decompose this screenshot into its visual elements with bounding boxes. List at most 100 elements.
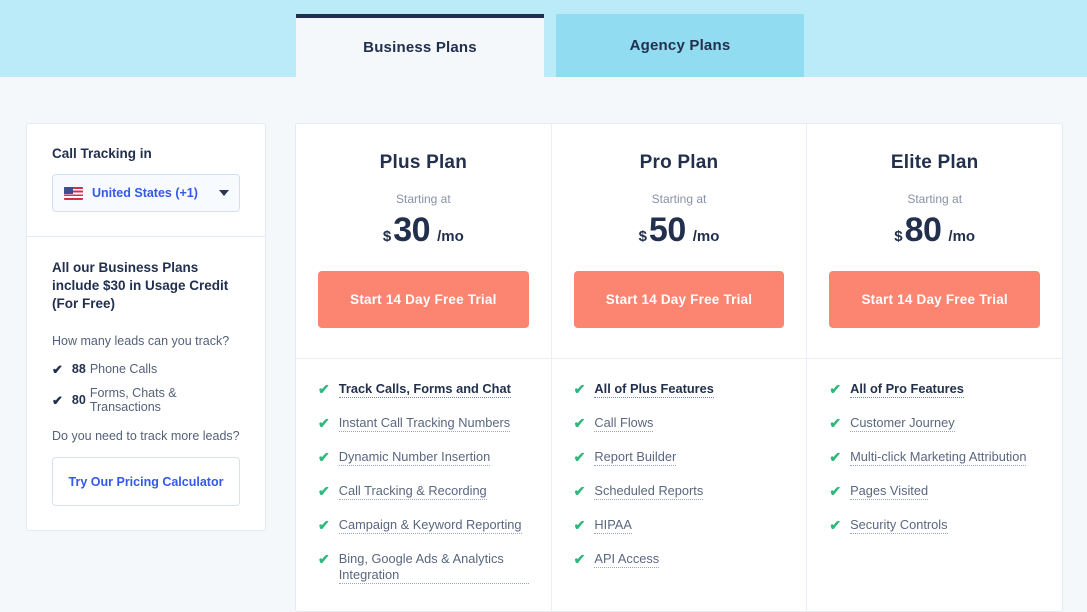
check-icon: ✔: [318, 381, 330, 397]
list-item: ✔ Pages Visited: [829, 483, 1040, 500]
plan-name: Plus Plan: [379, 152, 467, 173]
check-icon: ✔: [318, 449, 330, 465]
start-trial-button[interactable]: Start 14 Day Free Trial: [829, 271, 1041, 328]
tab-business-plans[interactable]: Business Plans: [296, 14, 544, 77]
feature-label[interactable]: Bing, Google Ads & Analytics Integration: [338, 551, 529, 584]
feature-label[interactable]: Pages Visited: [850, 483, 929, 500]
start-trial-button[interactable]: Start 14 Day Free Trial: [318, 271, 529, 328]
check-icon: ✔: [573, 483, 586, 499]
feature-label[interactable]: All of Plus Features: [594, 381, 714, 398]
list-item: ✔ Call Tracking & Recording: [318, 483, 529, 500]
plan-type-tabbar: Business Plans Agency Plans: [0, 0, 1087, 77]
price-period: /mo: [948, 228, 976, 245]
country-section: Call Tracking in United States (+1): [27, 124, 265, 236]
currency-symbol: $: [638, 228, 647, 245]
start-trial-button[interactable]: Start 14 Day Free Trial: [573, 271, 785, 328]
check-icon: ✔: [318, 415, 330, 431]
feature-label[interactable]: Instant Call Tracking Numbers: [338, 415, 511, 432]
country-select[interactable]: United States (+1): [52, 174, 240, 212]
price-row: $ 80 /mo: [829, 213, 1040, 247]
list-item: ✔ All of Pro Features: [829, 381, 1040, 398]
feature-label[interactable]: Customer Journey: [850, 415, 955, 432]
country-select-value: United States (+1): [92, 186, 198, 200]
check-icon: ✔: [318, 483, 330, 499]
feature-label[interactable]: Scheduled Reports: [594, 483, 704, 500]
price-amount: 30: [393, 211, 431, 249]
starting-at-label: Starting at: [651, 192, 707, 206]
leads-question: How many leads can you track?: [52, 334, 230, 348]
price-amount: 80: [904, 211, 942, 249]
feature-label[interactable]: Campaign & Keyword Reporting: [338, 517, 522, 534]
usage-credit-section: All our Business Plans include $30 in Us…: [27, 236, 265, 530]
feature-label[interactable]: Dynamic Number Insertion: [338, 449, 491, 466]
lead-label: Phone Calls: [89, 362, 158, 376]
price-row: $ 50 /mo: [574, 213, 785, 247]
feature-label[interactable]: Security Controls: [850, 517, 948, 534]
list-item: ✔ Track Calls, Forms and Chat: [318, 381, 529, 398]
check-icon: ✔: [573, 449, 586, 465]
plan-feature-list: ✔ All of Plus Features ✔ Call Flows ✔ Re…: [552, 359, 807, 595]
lead-count: 80: [71, 393, 86, 407]
list-item: ✔ HIPAA: [574, 517, 785, 534]
feature-label[interactable]: All of Pro Features: [850, 381, 964, 398]
lead-count: 88: [71, 362, 86, 376]
starting-at-label: Starting at: [907, 192, 963, 206]
tab-business-plans-label: Business Plans: [363, 39, 477, 56]
tab-agency-plans[interactable]: Agency Plans: [556, 14, 804, 77]
call-tracking-title: Call Tracking in: [52, 146, 152, 161]
tab-agency-plans-label: Agency Plans: [629, 37, 731, 54]
feature-label[interactable]: Track Calls, Forms and Chat: [338, 381, 511, 398]
feature-label[interactable]: Report Builder: [594, 449, 677, 466]
list-item: ✔ All of Plus Features: [574, 381, 785, 398]
feature-label[interactable]: Call Tracking & Recording: [338, 483, 487, 500]
plan-card-plus: Plus Plan Starting at $ 30 /mo Start 14 …: [296, 124, 551, 611]
plan-card-pro: Pro Plan Starting at $ 50 /mo Start 14 D…: [550, 124, 807, 611]
us-flag-icon: [64, 186, 83, 200]
feature-label[interactable]: API Access: [594, 551, 660, 568]
plan-header: Plus Plan Starting at $ 30 /mo Start 14 …: [296, 124, 551, 359]
list-item: ✔ Bing, Google Ads & Analytics Integrati…: [318, 551, 529, 584]
check-icon: ✔: [318, 517, 330, 533]
check-icon: ✔: [573, 415, 586, 431]
plan-name: Elite Plan: [890, 152, 979, 173]
check-icon: ✔: [829, 483, 842, 499]
currency-symbol: $: [894, 228, 903, 245]
list-item: ✔ Campaign & Keyword Reporting: [318, 517, 529, 534]
list-item: ✔ 88 Phone Calls: [52, 362, 240, 376]
pricing-calculator-button-label: Try Our Pricing Calculator: [68, 474, 224, 489]
sidebar-card: Call Tracking in United States (+1) All …: [26, 123, 266, 531]
check-icon: ✔: [829, 449, 842, 465]
check-icon: ✔: [829, 517, 842, 533]
price-period: /mo: [437, 228, 464, 245]
check-icon: ✔: [829, 415, 842, 431]
list-item: ✔ Call Flows: [574, 415, 785, 432]
check-icon: ✔: [52, 392, 63, 408]
pricing-calculator-button[interactable]: Try Our Pricing Calculator: [52, 457, 240, 506]
list-item: ✔ Customer Journey: [829, 415, 1040, 432]
list-item: ✔ Dynamic Number Insertion: [318, 449, 529, 466]
lead-label: Forms, Chats & Transactions: [89, 386, 177, 414]
plan-feature-list: ✔ All of Pro Features ✔ Customer Journey…: [807, 359, 1062, 561]
usage-credit-headline: All our Business Plans include $30 in Us…: [52, 260, 229, 311]
check-icon: ✔: [52, 361, 63, 377]
more-leads-question: Do you need to track more leads?: [52, 429, 240, 443]
list-item: ✔ Security Controls: [829, 517, 1040, 534]
check-icon: ✔: [573, 517, 586, 533]
list-item: ✔ Instant Call Tracking Numbers: [318, 415, 529, 432]
feature-label[interactable]: Multi-click Marketing Attribution: [850, 449, 1027, 466]
list-item: ✔ Report Builder: [574, 449, 785, 466]
plans-container: Plus Plan Starting at $ 30 /mo Start 14 …: [295, 123, 1063, 612]
list-item: ✔ Multi-click Marketing Attribution: [829, 449, 1040, 466]
check-icon: ✔: [573, 551, 586, 567]
list-item: ✔ Scheduled Reports: [574, 483, 785, 500]
price-amount: 50: [648, 211, 686, 249]
check-icon: ✔: [829, 381, 842, 397]
chevron-down-icon: [219, 190, 229, 196]
check-icon: ✔: [573, 381, 586, 397]
plan-header: Pro Plan Starting at $ 50 /mo Start 14 D…: [551, 124, 807, 359]
price-period: /mo: [692, 228, 720, 245]
feature-label[interactable]: HIPAA: [594, 517, 632, 534]
feature-label[interactable]: Call Flows: [594, 415, 654, 432]
pricing-page-body: Call Tracking in United States (+1) All …: [0, 77, 1087, 612]
list-item: ✔ 80 Forms, Chats & Transactions: [52, 386, 240, 414]
